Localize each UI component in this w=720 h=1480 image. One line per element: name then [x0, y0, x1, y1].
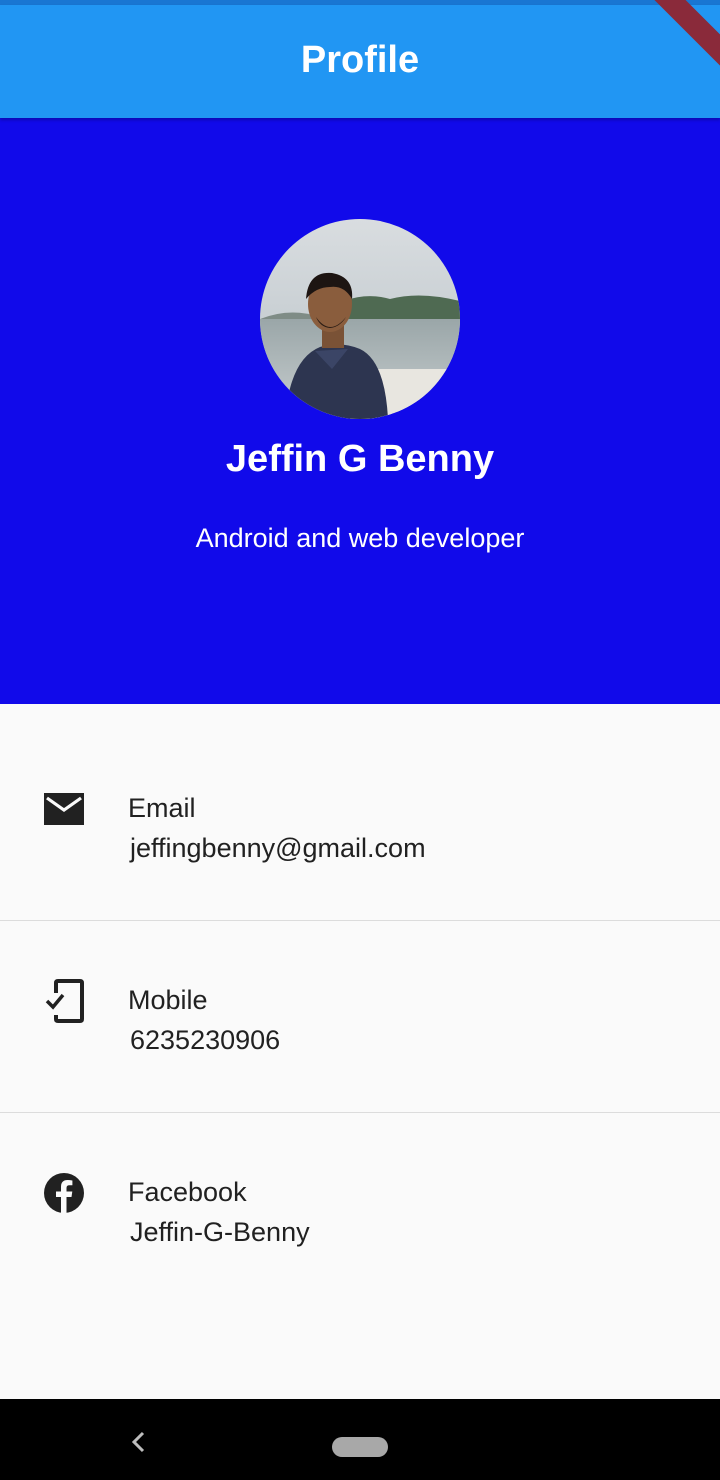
profile-name: Jeffin G Benny: [225, 438, 495, 480]
contact-label: Email: [128, 793, 196, 823]
contact-row-email[interactable]: Email jeffingbenny@gmail.com: [0, 729, 720, 920]
home-button[interactable]: [332, 1437, 388, 1457]
email-icon: [44, 793, 84, 825]
system-nav-bar: [0, 1399, 720, 1480]
contact-value: jeffingbenny@gmail.com: [130, 833, 426, 863]
phone-check-icon: [45, 979, 84, 1023]
contact-value: Jeffin-G-Benny: [130, 1217, 310, 1247]
profile-header: Jeffin G Benny Android and web developer: [0, 118, 720, 704]
contact-row-mobile[interactable]: Mobile 6235230906: [0, 921, 720, 1112]
contact-row-facebook[interactable]: Facebook Jeffin-G-Benny: [0, 1113, 720, 1304]
page-title: Profile: [300, 39, 420, 81]
back-icon[interactable]: [126, 1429, 152, 1455]
contact-label: Mobile: [128, 985, 208, 1015]
facebook-icon: [44, 1173, 84, 1213]
avatar-photo: [260, 219, 460, 419]
contact-label: Facebook: [128, 1177, 247, 1207]
avatar: [260, 219, 460, 419]
contact-value: 6235230906: [130, 1025, 281, 1055]
app-bar: Profile: [0, 5, 720, 118]
profile-tagline: Android and web developer: [195, 523, 525, 553]
